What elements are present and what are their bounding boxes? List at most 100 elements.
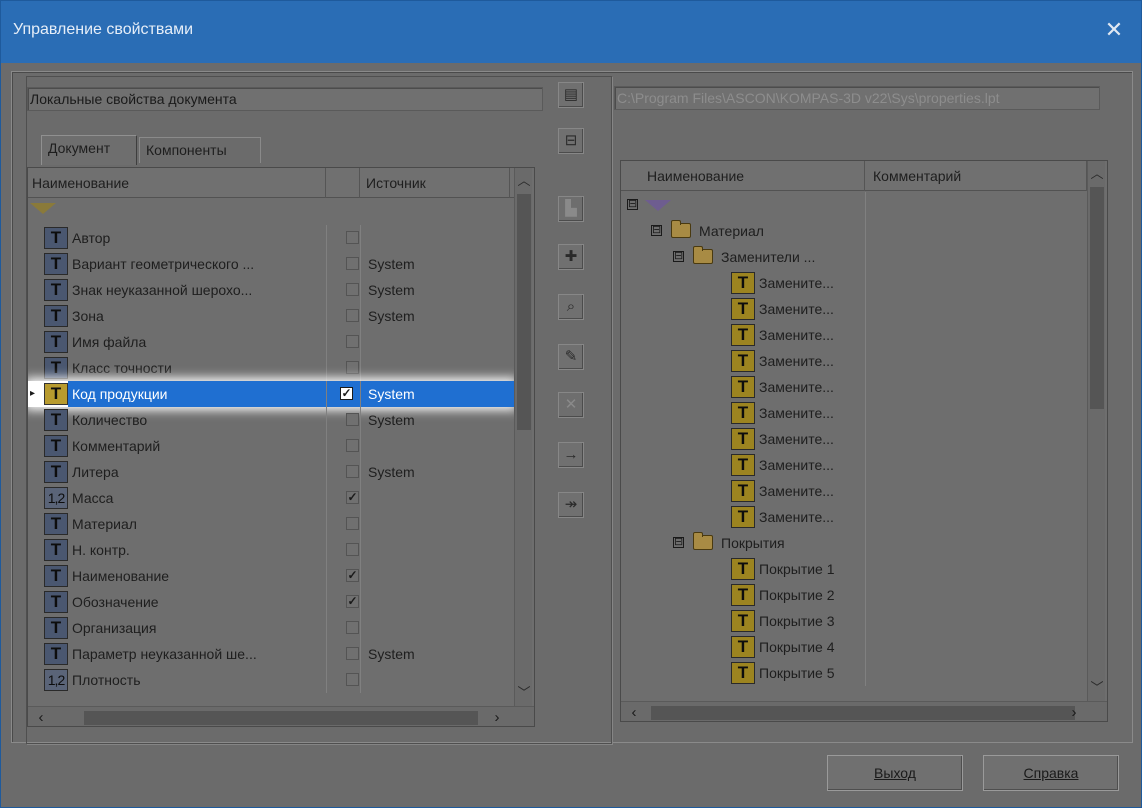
tree-node[interactable]: T Замените... — [621, 322, 1087, 348]
left-hscroll-thumb[interactable] — [84, 711, 478, 725]
column-header-check[interactable] — [326, 168, 360, 198]
property-checkbox[interactable]: ✓ — [346, 595, 359, 608]
delete-icon[interactable]: ✕ — [558, 392, 584, 418]
table-row[interactable]: T Класс точности — [28, 355, 514, 381]
table-row[interactable]: T Имя файла — [28, 329, 514, 355]
copy-arrow-icon[interactable]: → — [558, 442, 584, 468]
property-checkbox[interactable] — [346, 439, 359, 452]
table-row[interactable]: 1,2 Плотность — [28, 667, 514, 693]
library-icon[interactable]: ▤ — [558, 82, 584, 108]
table-row[interactable]: T Обозначение ✓ — [28, 589, 514, 615]
property-checkbox[interactable] — [346, 257, 359, 270]
table-row[interactable]: T Наименование ✓ — [28, 563, 514, 589]
right-vertical-scrollbar[interactable]: ︿ ﹀ — [1087, 161, 1105, 701]
title-bar[interactable]: Управление свойствами ✕ — [1, 1, 1141, 63]
table-row[interactable]: T Материал — [28, 511, 514, 537]
scroll-down-icon[interactable]: ﹀ — [515, 684, 533, 702]
property-checkbox[interactable] — [346, 647, 359, 660]
tab-document[interactable]: Документ — [41, 135, 137, 165]
column-header-name[interactable]: Наименование — [28, 168, 326, 198]
folder-up-icon[interactable]: ▙ — [558, 196, 584, 222]
tree-node[interactable]: T Замените... — [621, 348, 1087, 374]
property-checkbox[interactable]: ✓ — [346, 569, 359, 582]
table-row[interactable]: T Автор — [28, 225, 514, 251]
table-row[interactable]: T Знак неуказанной шерохо... System — [28, 277, 514, 303]
table-row[interactable]: ▸ T Код продукции ✓ System — [28, 381, 514, 407]
collapse-icon[interactable]: ⊟ — [673, 251, 684, 262]
document-properties-grid[interactable]: Наименование Источник T Автор T Вариант гео… — [27, 167, 535, 727]
column-header-source[interactable]: Источник — [360, 168, 510, 198]
right-vscroll-thumb[interactable] — [1090, 187, 1104, 409]
property-checkbox[interactable] — [346, 517, 359, 530]
edit-pencil-icon[interactable]: ✎ — [558, 344, 584, 370]
right-scroll-left-icon[interactable]: ‹ — [625, 702, 643, 721]
property-checkbox[interactable] — [346, 413, 359, 426]
tree-node[interactable]: T Покрытие 5 — [621, 660, 1087, 686]
tree-node[interactable]: T Замените... — [621, 426, 1087, 452]
scroll-left-icon[interactable]: ‹ — [32, 707, 50, 726]
save-to-library-icon[interactable]: ⊟ — [558, 128, 584, 154]
left-vertical-scrollbar[interactable]: ︿ ﹀ — [514, 168, 532, 706]
tree-node[interactable]: T Замените... — [621, 400, 1087, 426]
tree-node[interactable]: ⊟ Покрытия — [621, 530, 1087, 556]
tree-node[interactable]: T Замените... — [621, 296, 1087, 322]
dialog-body: Локальные свойства документа Документ Ко… — [1, 63, 1141, 807]
new-row[interactable] — [28, 199, 514, 225]
property-checkbox[interactable] — [346, 309, 359, 322]
find-icon[interactable]: ⌕ — [558, 294, 584, 320]
property-checkbox[interactable] — [346, 283, 359, 296]
table-row[interactable]: 1,2 Масса ✓ — [28, 485, 514, 511]
table-row[interactable]: T Количество System — [28, 407, 514, 433]
table-row[interactable]: T Литера System — [28, 459, 514, 485]
property-checkbox[interactable]: ✓ — [346, 491, 359, 504]
tree-node[interactable]: T Замените... — [621, 270, 1087, 296]
right-scroll-up-icon[interactable]: ︿ — [1088, 165, 1106, 183]
property-checkbox[interactable] — [346, 231, 359, 244]
tree-node[interactable]: T Замените... — [621, 452, 1087, 478]
property-checkbox[interactable]: ✓ — [340, 387, 353, 400]
property-checkbox[interactable] — [346, 621, 359, 634]
scroll-up-icon[interactable]: ︿ — [515, 172, 533, 190]
copy-all-arrow-icon[interactable]: ↠ — [558, 492, 584, 518]
property-checkbox[interactable] — [346, 361, 359, 374]
table-row[interactable]: T Организация — [28, 615, 514, 641]
help-button[interactable]: Справка — [983, 755, 1119, 791]
table-row[interactable]: T Параметр неуказанной ше... System — [28, 641, 514, 667]
library-column-comment[interactable]: Комментарий — [865, 161, 1087, 191]
collapse-icon[interactable]: ⊟ — [651, 225, 662, 236]
tree-node[interactable]: T Покрытие 1 — [621, 556, 1087, 582]
library-tree-grid[interactable]: Наименование Комментарий ⊟ ⊟ Материал ⊟ Заме… — [620, 160, 1108, 722]
property-checkbox[interactable] — [346, 465, 359, 478]
scroll-right-icon[interactable]: › — [488, 707, 506, 726]
right-scroll-right-icon[interactable]: › — [1065, 702, 1083, 721]
table-row[interactable]: T Вариант геометрического ... System — [28, 251, 514, 277]
table-row[interactable]: T Зона System — [28, 303, 514, 329]
library-column-name[interactable]: Наименование — [621, 161, 865, 191]
tree-node[interactable]: ⊟ — [621, 192, 1087, 218]
property-checkbox[interactable] — [346, 673, 359, 686]
tree-node[interactable]: T Покрытие 3 — [621, 608, 1087, 634]
tree-node[interactable]: T Замените... — [621, 478, 1087, 504]
add-property-icon[interactable]: ✚ — [558, 244, 584, 270]
close-icon[interactable]: ✕ — [1101, 15, 1127, 45]
exit-button[interactable]: Выход — [827, 755, 963, 791]
grid-line — [360, 537, 361, 563]
tab-components[interactable]: Компоненты — [139, 137, 261, 163]
right-scroll-down-icon[interactable]: ﹀ — [1088, 679, 1106, 697]
tree-node[interactable]: ⊟ Материал — [621, 218, 1087, 244]
property-checkbox[interactable] — [346, 543, 359, 556]
tree-node[interactable]: T Покрытие 4 — [621, 634, 1087, 660]
collapse-icon[interactable]: ⊟ — [673, 537, 684, 548]
tree-node[interactable]: T Замените... — [621, 504, 1087, 530]
table-row[interactable]: T Комментарий — [28, 433, 514, 459]
property-checkbox[interactable] — [346, 335, 359, 348]
right-hscroll-thumb[interactable] — [651, 706, 1075, 720]
tree-node[interactable]: T Замените... — [621, 374, 1087, 400]
collapse-icon[interactable]: ⊟ — [627, 199, 638, 210]
left-vscroll-thumb[interactable] — [517, 194, 531, 430]
table-row[interactable]: T Н. контр. — [28, 537, 514, 563]
tree-node[interactable]: T Покрытие 2 — [621, 582, 1087, 608]
tree-node[interactable]: ⊟ Заменители ... — [621, 244, 1087, 270]
left-horizontal-scrollbar[interactable]: ‹ › — [28, 706, 534, 726]
right-horizontal-scrollbar[interactable]: ‹ › — [621, 701, 1107, 721]
